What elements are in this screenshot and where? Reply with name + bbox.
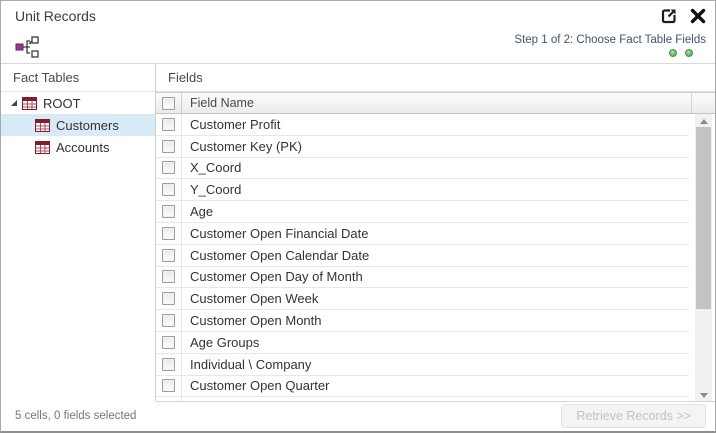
scroll-up-icon xyxy=(700,119,708,124)
field-checkbox[interactable] xyxy=(162,161,175,174)
field-name-label: Customer Key (PK) xyxy=(182,139,689,154)
field-name-label: Y_Coord xyxy=(182,182,689,197)
fact-tables-header: Fact Tables xyxy=(1,64,155,92)
field-checkbox[interactable] xyxy=(162,358,175,371)
table-icon xyxy=(22,97,37,110)
field-name-label: Age xyxy=(182,204,689,219)
field-name-label: Customer Open Month xyxy=(182,313,689,328)
header-spacer xyxy=(691,93,715,113)
field-row[interactable]: Age Groups xyxy=(156,332,689,354)
footer: 5 cells, 0 fields selected Retrieve Reco… xyxy=(1,401,715,431)
tree-item-accounts[interactable]: Accounts xyxy=(1,136,155,158)
field-name-label: X_Coord xyxy=(182,160,689,175)
field-row[interactable]: Individual \ Company xyxy=(156,354,689,376)
field-name-label: Individual \ Company xyxy=(182,357,689,372)
fields-panel: Fields Field Name Customer ProfitCustome… xyxy=(156,64,715,401)
dialog-title: Unit Records xyxy=(15,8,96,24)
scroll-up-button[interactable] xyxy=(695,114,712,128)
field-checkbox[interactable] xyxy=(162,249,175,262)
progress-dots xyxy=(514,49,706,57)
tree-expander-icon[interactable] xyxy=(9,98,19,108)
titlebar: Unit Records xyxy=(1,1,715,31)
field-name-label: Customer Open Quarter xyxy=(182,378,689,393)
field-row[interactable]: Age xyxy=(156,201,689,223)
footer-divider xyxy=(156,401,715,402)
scrollbar-thumb[interactable] xyxy=(696,127,711,309)
field-name-label: Customer Open Calendar Date xyxy=(182,248,689,263)
tree-item-label: Accounts xyxy=(56,140,109,155)
field-checkbox[interactable] xyxy=(162,292,175,305)
open-in-new-window-icon[interactable] xyxy=(660,7,678,25)
field-name-label: Age Groups xyxy=(182,335,689,350)
selection-status: 5 cells, 0 fields selected xyxy=(15,410,136,422)
field-checkbox[interactable] xyxy=(162,379,175,392)
close-icon[interactable] xyxy=(689,7,707,25)
progress-dot-1 xyxy=(669,49,677,57)
table-icon xyxy=(35,119,50,132)
tree-item-customers[interactable]: Customers xyxy=(1,114,155,136)
field-checkbox[interactable] xyxy=(162,270,175,283)
field-checkbox[interactable] xyxy=(162,118,175,131)
field-checkbox[interactable] xyxy=(162,205,175,218)
field-checkbox[interactable] xyxy=(162,314,175,327)
hierarchy-layout-icon[interactable] xyxy=(14,35,40,59)
scroll-down-icon xyxy=(700,393,708,398)
field-name-label: Customer Open Financial Date xyxy=(182,226,689,241)
fields-header: Fields xyxy=(156,64,715,92)
tree-item-label: ROOT xyxy=(43,96,81,111)
progress-dot-2 xyxy=(685,49,693,57)
fields-table-header: Field Name xyxy=(156,92,715,114)
fact-tables-tree: ROOT Customers xyxy=(1,92,155,158)
tree-item-label: Customers xyxy=(56,118,119,133)
field-row[interactable]: Customer Open Financial Date xyxy=(156,223,689,245)
fields-table-body: Customer Profit Customer Key (PK) X_Coord Y… xyxy=(156,114,715,402)
field-name-column-header: Field Name xyxy=(182,96,691,110)
field-row[interactable]: Customer Open Month xyxy=(156,310,689,332)
table-icon xyxy=(35,141,50,154)
field-row[interactable]: Customer Open Week xyxy=(156,288,689,310)
field-row[interactable]: Y_Coord xyxy=(156,179,689,201)
field-row[interactable]: Customer Profit xyxy=(156,114,689,136)
vertical-scrollbar[interactable] xyxy=(695,114,712,402)
step-indicator: Step 1 of 2: Choose Fact Table Fields xyxy=(514,34,706,46)
scroll-down-button[interactable] xyxy=(695,388,712,402)
unit-records-dialog: Unit Records Step 1 of 2: Choose Fact Ta… xyxy=(0,0,716,433)
field-row[interactable]: Customer Key (PK) xyxy=(156,136,689,158)
fact-tables-panel: Fact Tables ROOT xyxy=(1,64,156,401)
tree-item-root[interactable]: ROOT xyxy=(1,92,155,114)
retrieve-records-button[interactable]: Retrieve Records >> xyxy=(561,404,706,428)
field-row[interactable]: X_Coord xyxy=(156,158,689,180)
field-checkbox[interactable] xyxy=(162,140,175,153)
field-name-label: Customer Profit xyxy=(182,117,689,132)
field-checkbox[interactable] xyxy=(162,183,175,196)
field-checkbox[interactable] xyxy=(162,227,175,240)
field-row[interactable]: Customer Open Day of Month xyxy=(156,267,689,289)
main-content: Fact Tables ROOT xyxy=(1,63,715,401)
field-row[interactable]: Customer Open Quarter xyxy=(156,376,689,398)
select-all-checkbox[interactable] xyxy=(162,97,175,110)
toolbar: Step 1 of 2: Choose Fact Table Fields xyxy=(1,31,715,63)
field-name-label: Customer Open Week xyxy=(182,291,689,306)
field-name-label: Customer Open Day of Month xyxy=(182,269,689,284)
field-checkbox[interactable] xyxy=(162,336,175,349)
field-row[interactable]: Customer Open Calendar Date xyxy=(156,245,689,267)
